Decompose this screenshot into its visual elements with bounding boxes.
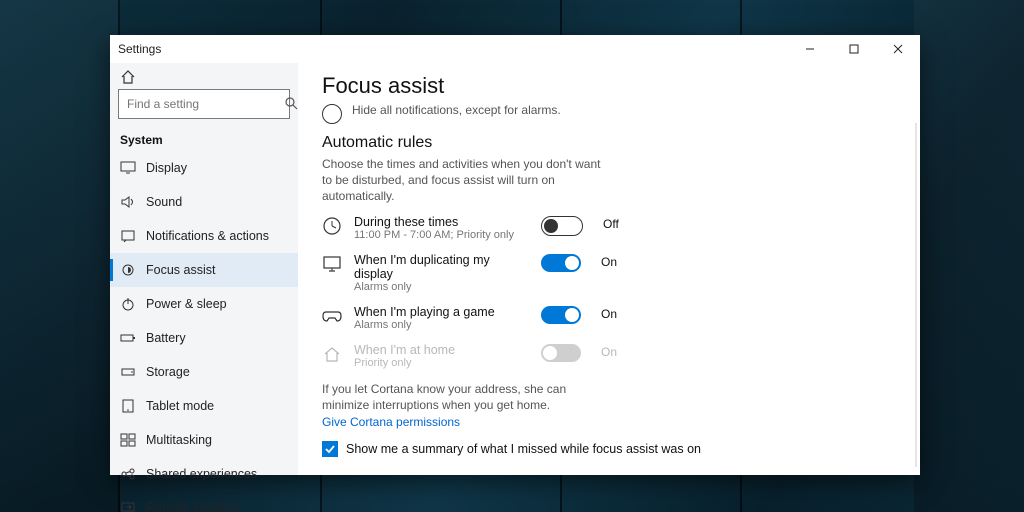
sidebar-item-remote[interactable]: Remote Desktop [110, 491, 298, 512]
alarms-only-description: Hide all notifications, except for alarm… [352, 103, 561, 117]
sidebar-item-tablet[interactable]: Tablet mode [110, 389, 298, 423]
rule-during-times[interactable]: During these times11:00 PM - 7:00 AM; Pr… [322, 215, 896, 241]
minimize-button[interactable] [788, 35, 832, 63]
notifications-icon [120, 228, 136, 244]
battery-icon [120, 330, 136, 346]
maximize-button[interactable] [832, 35, 876, 63]
storage-icon [120, 364, 136, 380]
rule-toggle[interactable] [541, 254, 581, 272]
rule-state: On [601, 345, 617, 359]
gamepad-icon [322, 306, 342, 326]
sidebar-item-sound[interactable]: Sound [110, 185, 298, 219]
section-heading: Automatic rules [322, 134, 896, 152]
sidebar-item-battery[interactable]: Battery [110, 321, 298, 355]
display-icon [120, 160, 136, 176]
rule-title: When I'm playing a game [354, 305, 529, 319]
sidebar-item-label: Focus assist [146, 263, 215, 277]
rule-duplicating-display[interactable]: When I'm duplicating my displayAlarms on… [322, 253, 896, 293]
settings-window: Settings System Displa [110, 35, 920, 475]
tablet-icon [120, 398, 136, 414]
sidebar-item-label: Tablet mode [146, 399, 214, 413]
rule-state: On [601, 255, 617, 269]
sidebar-item-label: Shared experiences [146, 467, 257, 481]
close-button[interactable] [876, 35, 920, 63]
sidebar-item-power[interactable]: Power & sleep [110, 287, 298, 321]
sidebar-item-label: Battery [146, 331, 186, 345]
rule-title: During these times [354, 215, 529, 229]
rule-subtitle: 11:00 PM - 7:00 AM; Priority only [354, 229, 529, 241]
search-icon [284, 96, 298, 113]
sidebar: System Display Sound Notifications & act… [110, 63, 298, 475]
sidebar-item-notifications[interactable]: Notifications & actions [110, 219, 298, 253]
power-icon [120, 296, 136, 312]
cortana-hint: If you let Cortana know your address, sh… [322, 381, 582, 413]
rule-subtitle: Alarms only [354, 319, 529, 331]
cortana-permissions-link[interactable]: Give Cortana permissions [322, 415, 896, 429]
home-button[interactable] [110, 69, 298, 85]
multitasking-icon [120, 432, 136, 448]
sidebar-item-label: Remote Desktop [146, 501, 239, 512]
home-icon [120, 69, 136, 85]
focus-assist-icon [120, 262, 136, 278]
rule-subtitle: Priority only [354, 357, 529, 369]
alarms-only-radio[interactable] [322, 104, 342, 124]
sidebar-item-shared[interactable]: Shared experiences [110, 457, 298, 491]
summary-checkbox[interactable] [322, 441, 338, 457]
rule-state: Off [603, 217, 619, 231]
rule-title: When I'm duplicating my display [354, 253, 529, 281]
rule-toggle-disabled [541, 344, 581, 362]
remote-icon [120, 500, 136, 512]
rule-playing-game[interactable]: When I'm playing a gameAlarms only On [322, 305, 896, 331]
sound-icon [120, 194, 136, 210]
sidebar-item-label: Power & sleep [146, 297, 227, 311]
sidebar-category: System [110, 127, 298, 151]
rule-state: On [601, 307, 617, 321]
rule-toggle[interactable] [541, 306, 581, 324]
sidebar-item-label: Storage [146, 365, 190, 379]
scrollbar[interactable] [915, 123, 917, 467]
sidebar-item-display[interactable]: Display [110, 151, 298, 185]
home-location-icon [322, 344, 342, 364]
sidebar-item-label: Sound [146, 195, 182, 209]
sidebar-item-label: Notifications & actions [146, 229, 269, 243]
rule-at-home: When I'm at homePriority only On [322, 343, 896, 369]
page-title: Focus assist [322, 73, 896, 99]
rule-subtitle: Alarms only [354, 281, 529, 293]
shared-icon [120, 466, 136, 482]
search-input[interactable] [118, 89, 290, 119]
sidebar-item-label: Display [146, 161, 187, 175]
search-field[interactable] [125, 96, 284, 112]
summary-checkbox-label: Show me a summary of what I missed while… [346, 442, 701, 456]
monitor-icon [322, 254, 342, 274]
sidebar-item-focus-assist[interactable]: Focus assist [110, 253, 298, 287]
sidebar-item-label: Multitasking [146, 433, 212, 447]
sidebar-item-storage[interactable]: Storage [110, 355, 298, 389]
rule-title: When I'm at home [354, 343, 529, 357]
window-title: Settings [118, 42, 161, 56]
main-panel: Focus assist Hide all notifications, exc… [298, 63, 920, 475]
clock-icon [322, 216, 342, 236]
sidebar-item-multitasking[interactable]: Multitasking [110, 423, 298, 457]
section-description: Choose the times and activities when you… [322, 156, 602, 205]
rule-toggle[interactable] [541, 216, 583, 236]
